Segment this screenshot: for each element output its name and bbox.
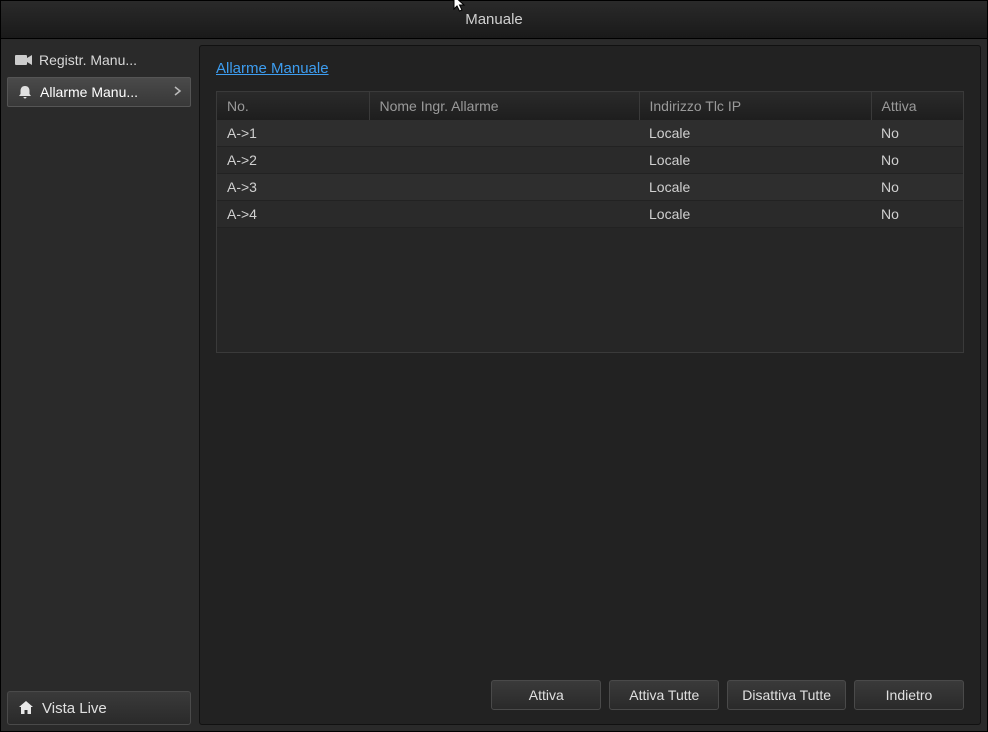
window-title: Manuale [465, 11, 523, 28]
attiva-tutte-button[interactable]: Attiva Tutte [609, 680, 719, 710]
vista-live-button[interactable]: Vista Live [7, 691, 191, 725]
cell-name [369, 201, 639, 228]
cell-name [369, 174, 639, 201]
table-row[interactable]: A->4 LocaleNo [217, 201, 963, 228]
cell-name [369, 147, 639, 174]
cell-ip: Locale [639, 201, 871, 228]
alarm-table: No. Nome Ingr. Allarme Indirizzo Tlc IP … [216, 91, 964, 353]
camera-icon [15, 51, 33, 69]
cell-attiva: No [871, 147, 963, 174]
cell-ip: Locale [639, 174, 871, 201]
cell-ip: Locale [639, 120, 871, 147]
home-icon [18, 700, 34, 716]
table-row[interactable]: A->3 LocaleNo [217, 174, 963, 201]
cell-name [369, 120, 639, 147]
cell-attiva: No [871, 174, 963, 201]
cell-no: A->3 [217, 174, 369, 201]
app-window: Manuale Registr. Manu... [0, 0, 988, 732]
sidebar-items: Registr. Manu... Allarme Manu... [7, 45, 191, 691]
col-header-name[interactable]: Nome Ingr. Allarme [369, 92, 639, 120]
main-panel: Allarme Manuale No. Nome Ingr. Allarme I… [199, 45, 981, 725]
disattiva-tutte-button[interactable]: Disattiva Tutte [727, 680, 846, 710]
sidebar-item-label: Allarme Manu... [40, 84, 168, 100]
body-area: Registr. Manu... Allarme Manu... [1, 39, 987, 731]
cell-no: A->1 [217, 120, 369, 147]
bell-icon [16, 83, 34, 101]
col-header-attiva[interactable]: Attiva [871, 92, 963, 120]
footer-buttons: Attiva Attiva Tutte Disattiva Tutte Indi… [216, 666, 964, 710]
col-header-ip[interactable]: Indirizzo Tlc IP [639, 92, 871, 120]
cell-no: A->4 [217, 201, 369, 228]
sidebar-item-record-manual[interactable]: Registr. Manu... [7, 45, 191, 75]
cell-attiva: No [871, 120, 963, 147]
table-header-row: No. Nome Ingr. Allarme Indirizzo Tlc IP … [217, 92, 963, 120]
vista-live-label: Vista Live [42, 700, 107, 717]
sidebar: Registr. Manu... Allarme Manu... [7, 45, 191, 725]
table-row[interactable]: A->1 LocaleNo [217, 120, 963, 147]
col-header-no[interactable]: No. [217, 92, 369, 120]
titlebar: Manuale [1, 1, 987, 39]
attiva-button[interactable]: Attiva [491, 680, 601, 710]
cell-no: A->2 [217, 147, 369, 174]
cell-ip: Locale [639, 147, 871, 174]
chevron-right-icon [174, 85, 182, 99]
page-title: Allarme Manuale [216, 60, 964, 77]
sidebar-item-alarm-manual[interactable]: Allarme Manu... [7, 77, 191, 107]
sidebar-item-label: Registr. Manu... [39, 52, 183, 68]
table-row[interactable]: A->2 LocaleNo [217, 147, 963, 174]
indietro-button[interactable]: Indietro [854, 680, 964, 710]
cell-attiva: No [871, 201, 963, 228]
